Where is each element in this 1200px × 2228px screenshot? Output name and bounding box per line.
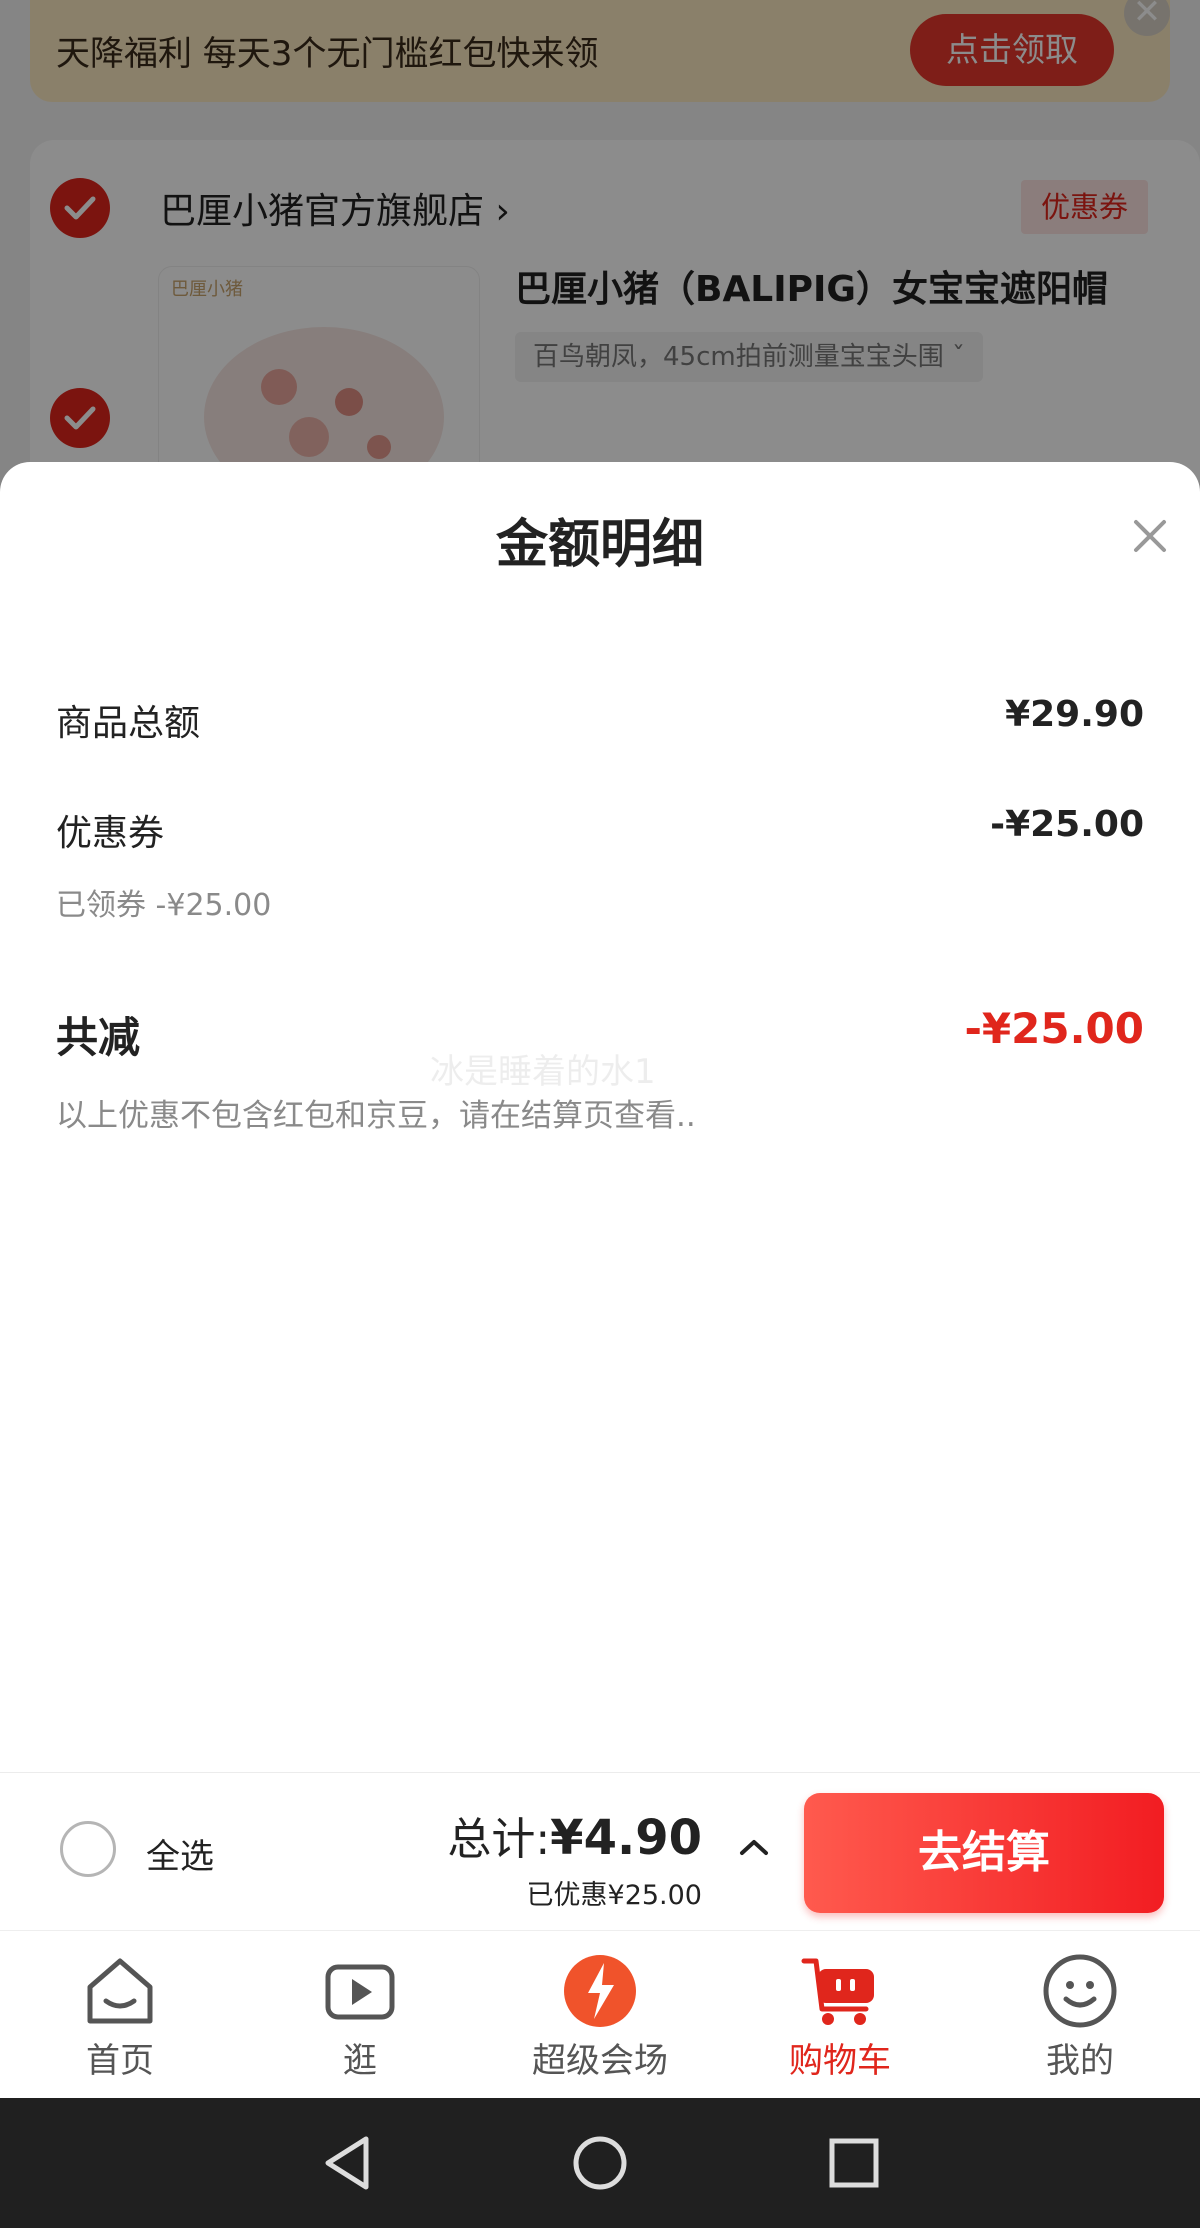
tab-label: 首页 [86,2041,154,2081]
tab-cart[interactable]: 购物车 [720,1931,960,2099]
total-price-line: 总计:¥4.90 [447,1803,702,1867]
tab-discover[interactable]: 逛 [240,1931,480,2099]
tab-profile[interactable]: 我的 [960,1931,1200,2099]
coupon-value: -¥25.00 [990,804,1144,845]
chevron-up-icon[interactable] [736,1829,772,1865]
smiley-profile-icon [1043,1954,1117,2028]
tab-label: 我的 [1046,2041,1114,2081]
total-reduction-value: -¥25.00 [964,1004,1144,1053]
video-play-icon [325,1964,395,2020]
tab-label: 购物车 [789,2041,891,2081]
reduction-note: 以上优惠不包含红包和京豆，请在结算页查看.. [56,1098,696,1134]
recents-icon[interactable] [824,2133,884,2193]
goods-total-value: ¥29.90 [1005,694,1144,735]
total-prefix: 总计: [447,1814,551,1865]
saved-amount: 已优惠¥25.00 [526,1880,702,1911]
tab-label: 逛 [343,2041,377,2081]
total-reduction-label: 共减 [56,1013,141,1062]
home-icon [87,1958,153,2024]
tab-label: 超级会场 [532,2041,668,2081]
goods-total-label: 商品总额 [56,703,201,744]
super-venue-icon [564,1955,636,2027]
watermark-text: 冰是睡着的水1 [430,1052,656,1092]
checkout-bar: 全选 总计:¥4.90 已优惠¥25.00 去结算 [0,1772,1200,1931]
coupon-claimed-text: 已领券 -¥25.00 [56,888,272,923]
shopping-cart-icon [801,1958,874,2025]
close-icon[interactable] [1126,512,1174,560]
system-navigation-bar [0,2098,1200,2228]
sheet-title: 金额明细 [495,515,704,575]
tab-home[interactable]: 首页 [0,1931,240,2099]
bottom-tab-bar: 首页 逛 超级会场 购物车 我的 [0,1930,1200,2099]
home-circle-icon[interactable] [570,2133,630,2193]
checkout-button[interactable]: 去结算 [804,1793,1164,1913]
amount-detail-sheet: 金额明细 商品总额 ¥29.90 优惠券 -¥25.00 已领券 -¥25.00… [0,462,1200,1772]
select-all-label[interactable]: 全选 [146,1829,214,1878]
select-all-radio[interactable] [60,1821,116,1877]
back-icon[interactable] [318,2133,378,2193]
tab-super-venue[interactable]: 超级会场 [480,1931,720,2099]
coupon-label: 优惠券 [56,813,165,854]
total-amount: ¥4.90 [550,1810,702,1866]
